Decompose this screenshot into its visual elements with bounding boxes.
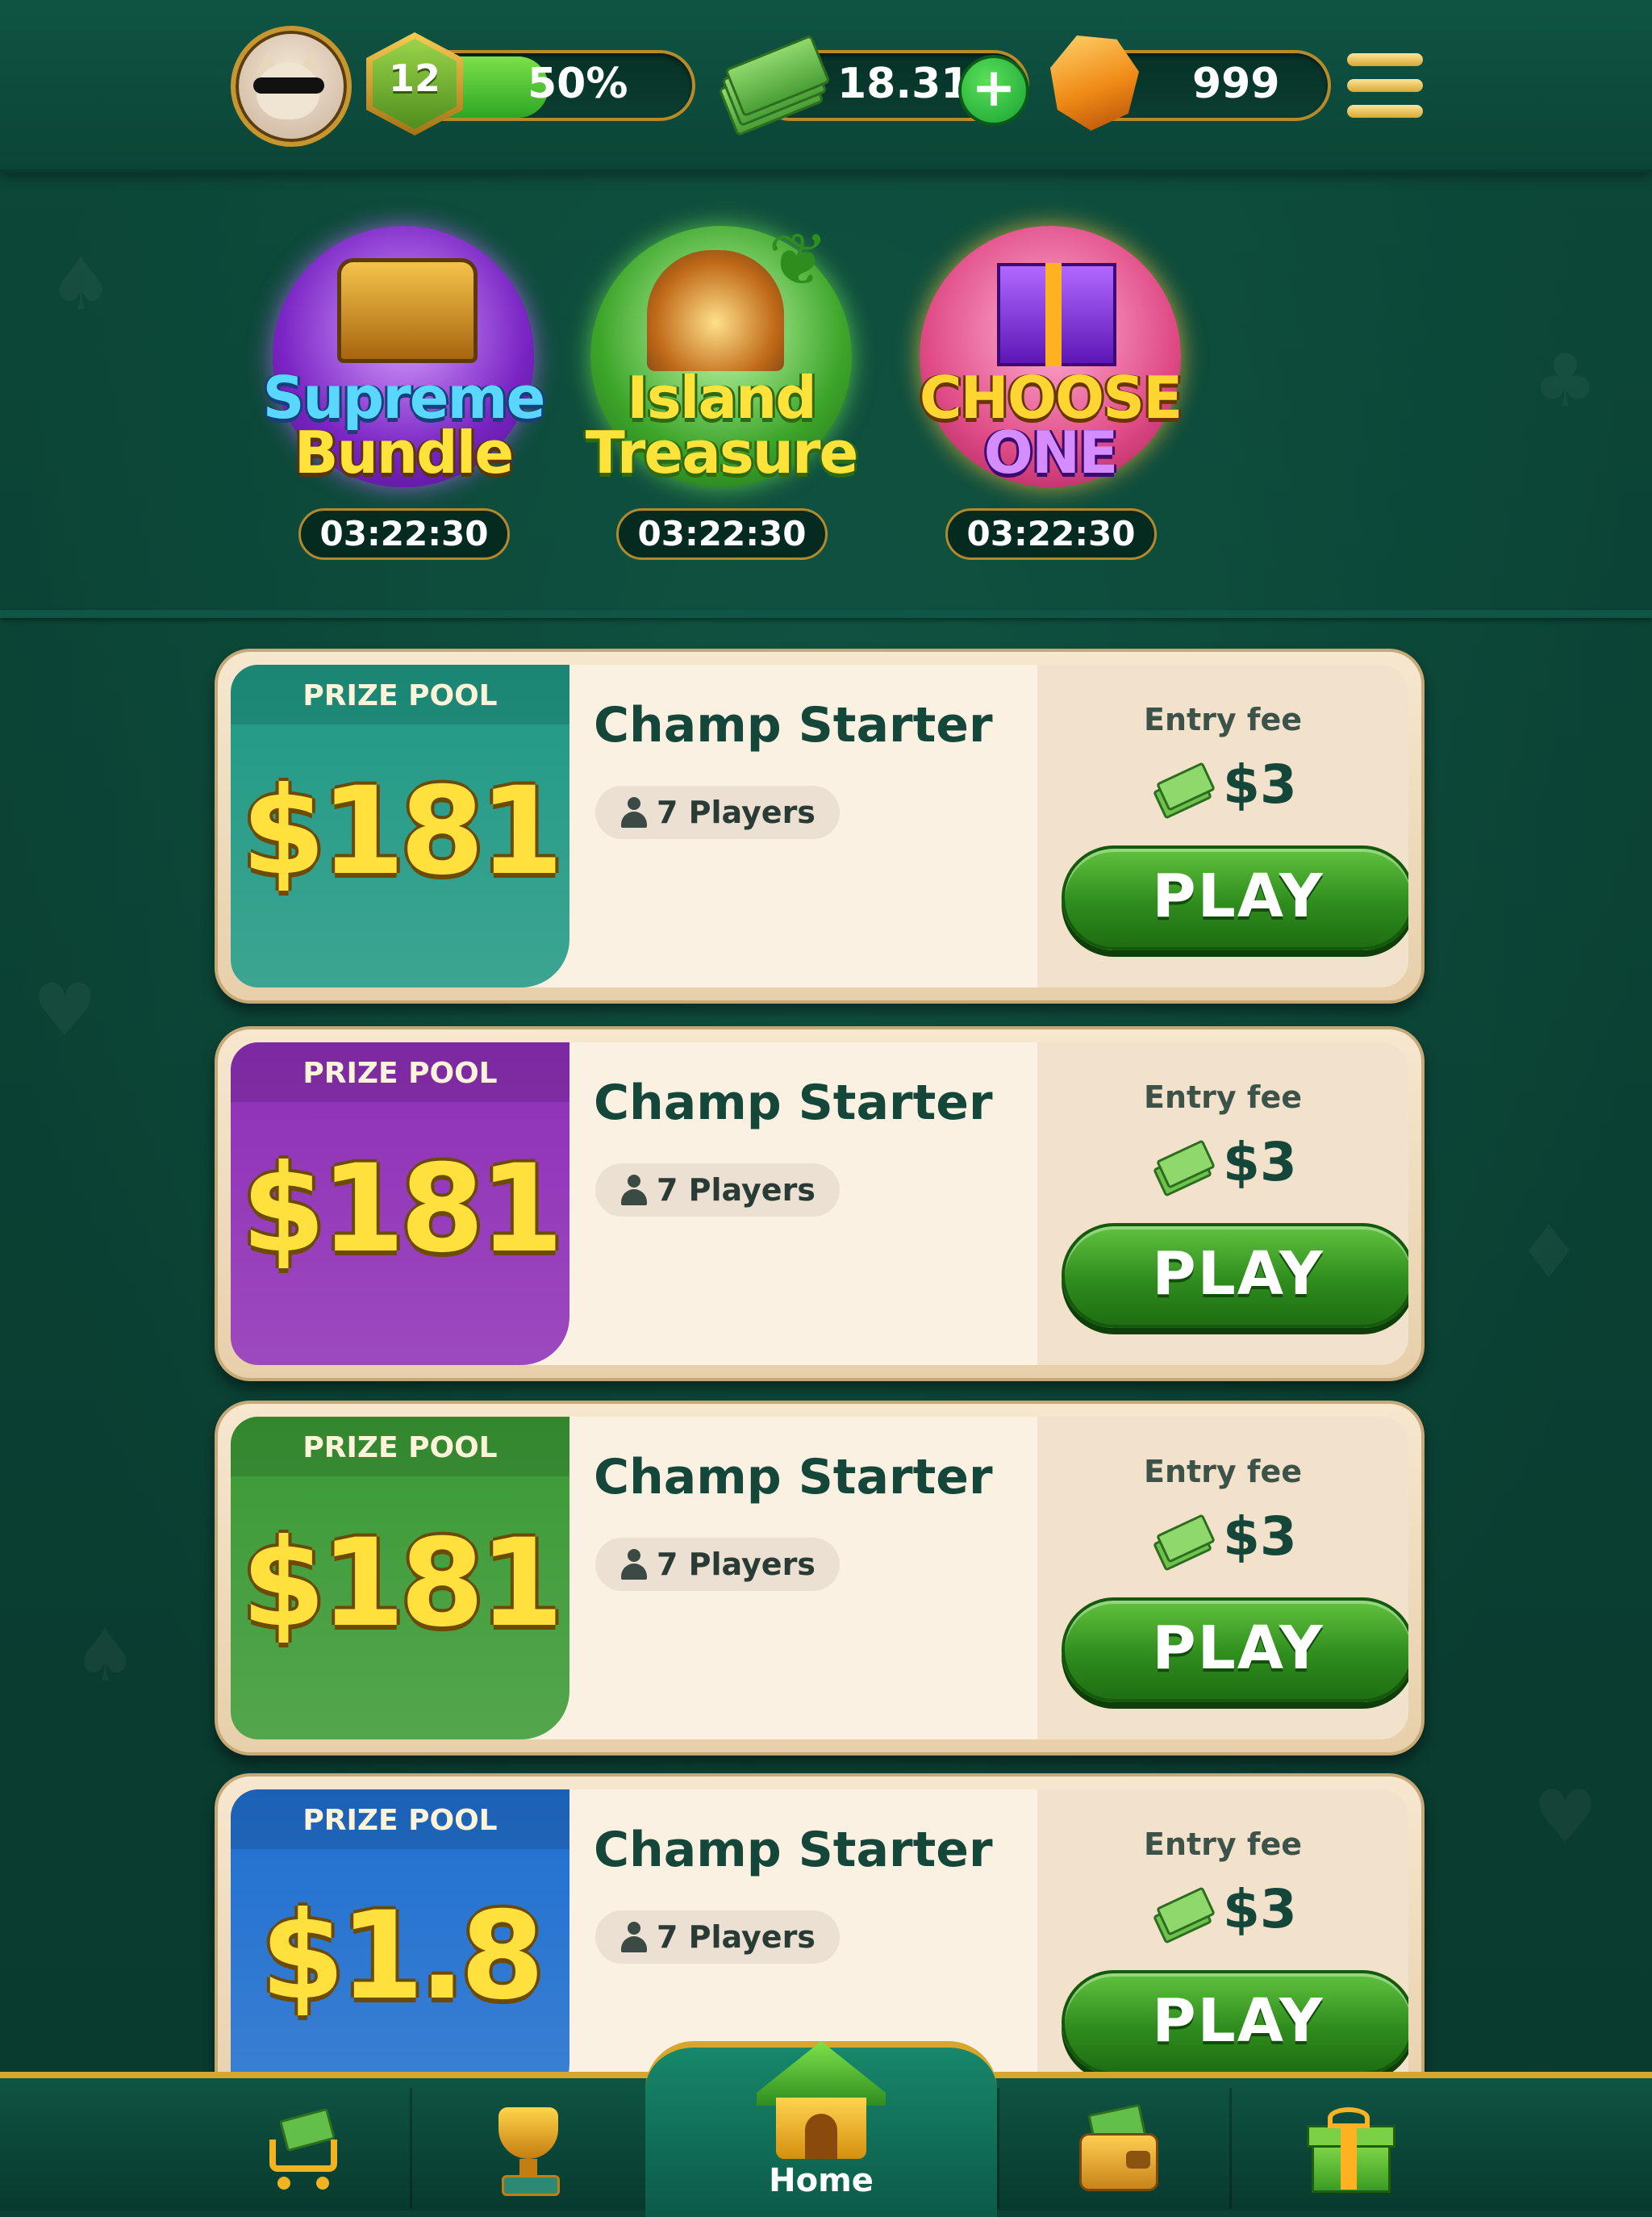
tournament-card: PRIZE POOL $181 Champ Starter 7 Players … [215,1026,1425,1381]
entry-fee-label: Entry fee [1144,702,1302,737]
players-badge: 7 Players [595,1910,840,1964]
prize-amount: $1.8 [260,1886,544,2027]
players-badge: 7 Players [595,1538,840,1591]
prize-pool-panel: PRIZE POOL $181 [231,1042,569,1365]
players-badge: 7 Players [595,1163,840,1217]
person-icon [620,1549,649,1580]
xp-percent: 50% [528,60,628,108]
heart-pattern-icon: ♥ [1533,1775,1598,1860]
offer-subtitle: Treasure [585,419,859,486]
card-body: PRIZE POOL $181 Champ Starter 7 Players … [231,1417,1408,1739]
entry-fee-label: Entry fee [1144,1079,1302,1115]
gem-amount: 999 [1192,60,1280,108]
treasure-cave-icon [647,250,784,371]
play-button[interactable]: PLAY [1062,1970,1408,2075]
gift-ribbon [1045,263,1062,366]
prize-amount: $181 [241,762,563,902]
sunglasses-icon [253,77,324,94]
prize-pool-panel: PRIZE POOL $1.8 [231,1789,569,2112]
play-button[interactable]: PLAY [1062,1597,1408,1702]
person-icon [620,797,649,828]
section-divider [0,610,1652,618]
home-icon[interactable] [757,2041,886,2159]
diamond-pattern-icon: ♦ [1516,1210,1582,1295]
offer-title: CHOOSE [919,364,1183,432]
offer-title: Supreme [262,364,546,432]
entry-fee-amount: $3 [1223,1131,1297,1193]
players-badge: 7 Players [595,786,840,839]
entry-fee-amount: $3 [1223,1878,1297,1940]
entry-fee-amount: $3 [1223,1505,1297,1568]
offer-title: Island [627,364,817,432]
person-icon [620,1175,649,1205]
tournament-title: Champ Starter [594,1449,993,1505]
cash-amount: 18.31 [837,60,970,108]
prize-pool-panel: PRIZE POOL $181 [231,665,569,987]
treasure-chest-icon [337,258,478,363]
offer-timer: 03:22:30 [945,508,1157,560]
tournament-card: PRIZE POOL $181 Champ Starter 7 Players … [215,649,1425,1004]
person-icon [620,1922,649,1952]
tournament-title: Champ Starter [594,1822,993,1878]
offers-strip: Supreme Bundle 03:22:30 ❦ Island Treasur… [0,173,1652,612]
shop-cart-icon[interactable] [258,2107,348,2191]
entry-fee-label: Entry fee [1144,1827,1302,1862]
offer-timer: 03:22:30 [298,508,510,560]
wallet-icon[interactable] [1076,2103,1158,2191]
players-count: 7 Players [657,1172,816,1208]
players-count: 7 Players [657,795,816,830]
heart-pattern-icon: ♥ [32,968,98,1053]
cash-icon [1152,1886,1216,1944]
cash-icon [1152,1513,1216,1572]
card-body: PRIZE POOL $181 Champ Starter 7 Players … [231,665,1408,987]
prize-amount: $181 [241,1139,563,1280]
entry-fee-amount: $3 [1223,754,1297,816]
tournament-title: Champ Starter [594,697,993,754]
offer-subtitle: Bundle [294,419,514,486]
prize-pool-label: PRIZE POOL [302,1431,498,1464]
avatar[interactable] [231,26,352,147]
play-button[interactable]: PLAY [1062,845,1408,950]
entry-fee-label: Entry fee [1144,1454,1302,1489]
hamburger-menu-button[interactable] [1347,53,1423,118]
level-number: 12 [388,56,440,100]
top-bar: 50% 12 18.31 + 999 [0,0,1652,173]
prize-pool-label: PRIZE POOL [302,1057,498,1090]
trophy-icon[interactable] [484,2102,573,2196]
prize-pool-label: PRIZE POOL [302,1804,498,1837]
add-cash-button[interactable]: + [958,55,1029,126]
players-count: 7 Players [657,1547,816,1582]
cash-icon [1152,1139,1216,1197]
prize-pool-label: PRIZE POOL [302,679,498,712]
cash-stack-icon [718,34,831,137]
palm-tree-icon: ❦ [768,218,829,303]
offer-subtitle: ONE [983,419,1119,486]
tournament-title: Champ Starter [594,1075,993,1131]
card-body: PRIZE POOL $181 Champ Starter 7 Players … [231,1042,1408,1365]
cash-icon [1152,762,1216,820]
players-count: 7 Players [657,1919,816,1955]
nav-home-label: Home [769,2162,874,2199]
tournament-card: PRIZE POOL $181 Champ Starter 7 Players … [215,1401,1425,1756]
offer-timer: 03:22:30 [616,508,828,560]
gift-icon[interactable] [1307,2106,1395,2193]
prize-pool-panel: PRIZE POOL $181 [231,1417,569,1739]
spade-pattern-icon: ♠ [73,1614,138,1698]
prize-amount: $181 [241,1513,563,1654]
play-button[interactable]: PLAY [1062,1223,1408,1328]
